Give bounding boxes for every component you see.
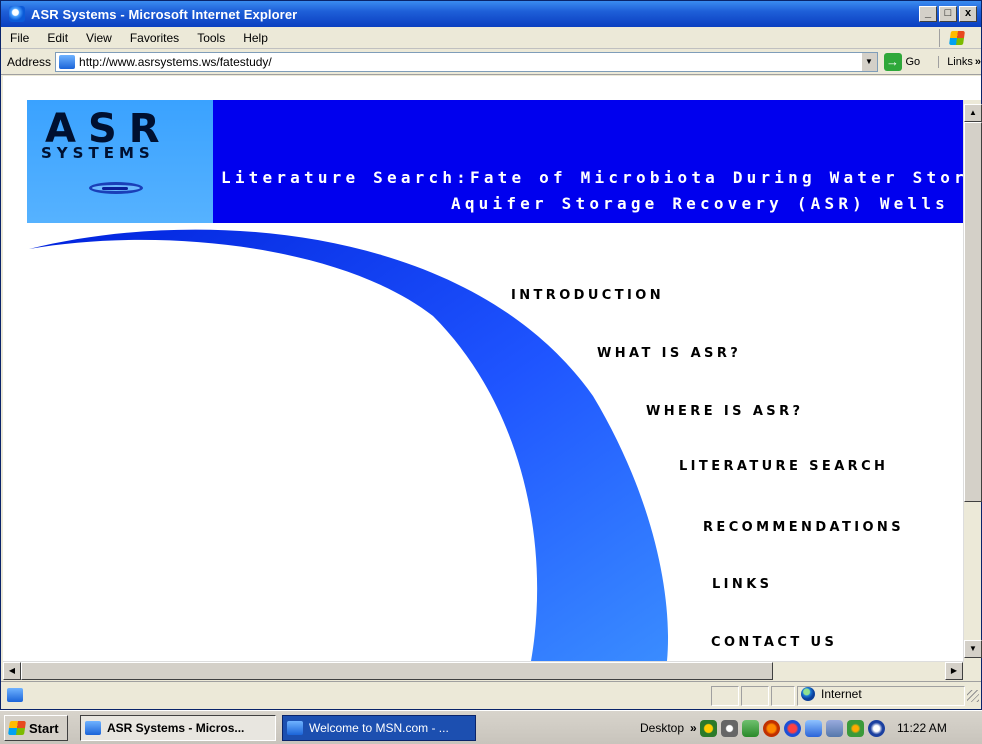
start-label: Start (29, 720, 59, 736)
tray-security-icon[interactable] (847, 719, 864, 737)
tray-volume-icon[interactable] (721, 719, 738, 737)
minimize-button[interactable]: _ (919, 6, 937, 22)
menu-edit[interactable]: Edit (38, 31, 77, 45)
vertical-scroll-thumb[interactable] (964, 122, 982, 502)
status-panel (741, 686, 769, 706)
address-dropdown-button[interactable]: ▼ (860, 52, 877, 71)
ie-icon (287, 721, 303, 735)
address-input[interactable]: http://www.asrsystems.ws/fatestudy/ ▼ (55, 51, 878, 72)
menu-file[interactable]: File (1, 31, 38, 45)
taskbar-item-label: ASR Systems - Micros... (107, 721, 245, 735)
tray-display-icon[interactable] (805, 719, 822, 737)
windows-flag-icon (8, 721, 26, 735)
address-bar: Address http://www.asrsystems.ws/fatestu… (1, 49, 981, 75)
system-tray: 11:22 AM (692, 716, 976, 740)
tray-messenger-icon[interactable] (784, 719, 801, 737)
go-label: Go (905, 55, 921, 68)
menu-tools[interactable]: Tools (188, 31, 234, 45)
ie-window: ASR Systems - Microsoft Internet Explore… (0, 0, 982, 710)
go-button[interactable]: → Go (883, 52, 921, 71)
zone-label: Internet (821, 687, 862, 701)
security-zone: Internet (801, 687, 862, 701)
desktop-toolbar[interactable]: Desktop » (640, 721, 697, 735)
links-button[interactable]: Links» (938, 55, 981, 68)
page-banner: Literature Search:Fate of Microbiota Dur… (27, 100, 969, 223)
ie-icon (9, 6, 25, 22)
nav-where-is-asr[interactable]: WHERE IS ASR? (646, 404, 803, 419)
status-panel (771, 686, 795, 706)
chevron-right-icon: » (974, 55, 981, 68)
nav-literature-search[interactable]: LITERATURE SEARCH (679, 459, 888, 474)
windows-flag-icon (949, 31, 965, 45)
horizontal-scroll-thumb[interactable] (21, 662, 773, 680)
title-bar[interactable]: ASR Systems - Microsoft Internet Explore… (1, 1, 981, 27)
taskbar-item-asr-systems[interactable]: ASR Systems - Micros... (80, 715, 276, 741)
scroll-down-button[interactable]: ▼ (964, 640, 982, 658)
start-button[interactable]: Start (4, 715, 68, 741)
nav-recommendations[interactable]: RECOMMENDATIONS (703, 520, 904, 535)
maximize-button[interactable]: □ (939, 6, 957, 22)
tray-app-icon[interactable] (742, 719, 759, 737)
scroll-left-button[interactable]: ◀ (3, 662, 21, 680)
nav-links[interactable]: LINKS (712, 577, 772, 592)
page-icon (59, 54, 76, 69)
tray-network-icon[interactable] (700, 719, 717, 737)
menu-favorites[interactable]: Favorites (121, 31, 188, 45)
go-arrow-icon: → (883, 52, 902, 71)
banner-title-line2: Aquifer Storage Recovery (ASR) Wells (451, 194, 949, 213)
horizontal-scrollbar[interactable]: ◀ ▶ (3, 661, 963, 680)
clock: 11:22 AM (897, 721, 947, 735)
scroll-right-button[interactable]: ▶ (945, 662, 963, 680)
resize-grip-icon[interactable] (967, 690, 979, 702)
window-controls: _ □ x (919, 6, 977, 22)
desktop-label: Desktop (640, 721, 685, 735)
address-url[interactable]: http://www.asrsystems.ws/fatestudy/ (79, 55, 272, 69)
ie-icon (85, 721, 101, 735)
taskbar: Start ASR Systems - Micros... Welcome to… (0, 710, 982, 744)
status-panel (711, 686, 739, 706)
tray-update-icon[interactable] (763, 719, 780, 737)
scroll-up-button[interactable]: ▲ (964, 104, 982, 122)
nav-what-is-asr[interactable]: WHAT IS ASR? (597, 346, 741, 361)
banner-title-line1: Literature Search:Fate of Microbiota Dur… (221, 168, 969, 187)
taskbar-item-label: Welcome to MSN.com - ... (309, 721, 449, 735)
close-button[interactable]: x (959, 6, 977, 22)
nav-introduction[interactable]: INTRODUCTION (511, 288, 664, 303)
tray-connection-icon[interactable] (868, 719, 885, 737)
page-status-icon (7, 688, 23, 702)
links-label: Links (947, 55, 973, 68)
nav-contact-us[interactable]: CONTACT US (711, 635, 837, 650)
window-title: ASR Systems - Microsoft Internet Explore… (31, 6, 298, 22)
menu-view[interactable]: View (77, 31, 121, 45)
tray-printer-icon[interactable] (826, 719, 843, 737)
address-label: Address (7, 54, 52, 69)
page-viewport: ASR SYSTEMS Literature Search:Fate of Mi… (3, 76, 981, 661)
windows-logo (939, 29, 973, 47)
status-bar: Internet (1, 681, 981, 709)
vertical-scrollbar[interactable]: ▲ ▼ (963, 100, 982, 662)
globe-icon (801, 687, 815, 701)
menu-bar: File Edit View Favorites Tools Help (1, 27, 981, 49)
menu-help[interactable]: Help (234, 31, 277, 45)
taskbar-item-msn[interactable]: Welcome to MSN.com - ... (282, 715, 476, 741)
